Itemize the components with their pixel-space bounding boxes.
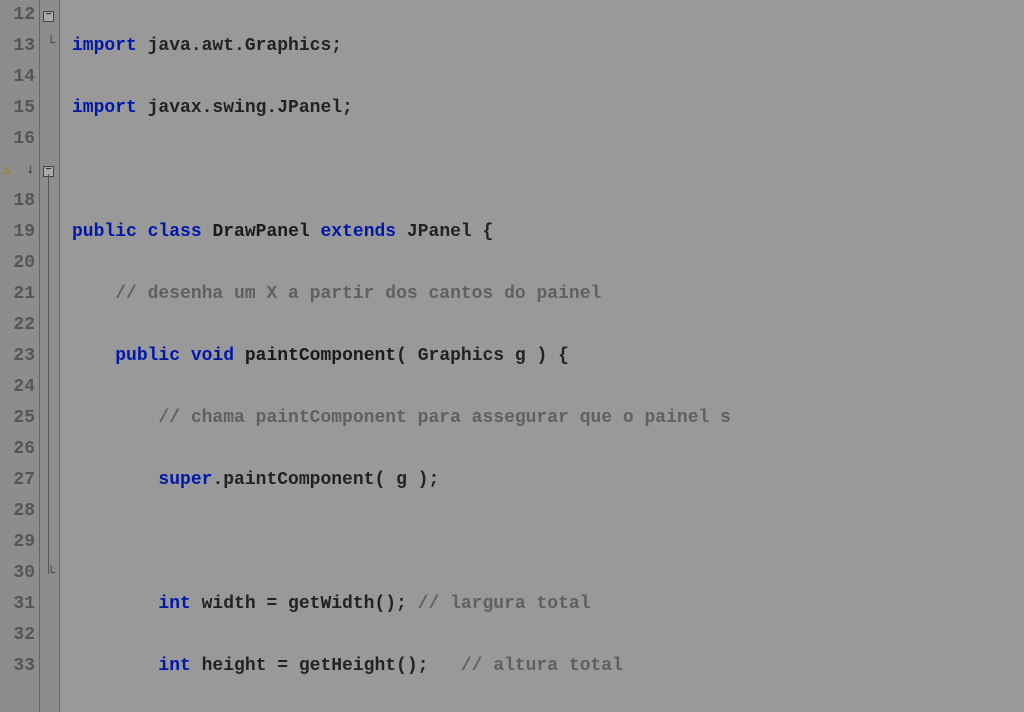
code-text: ( Graphics g ) { [396,346,569,366]
keyword: super [158,470,212,490]
line-number: 13 [0,31,39,62]
line-number: 25 [0,403,39,434]
line-number: 28 [0,496,39,527]
line-number: 22 [0,310,39,341]
code-line[interactable] [72,527,1024,558]
keyword: extends [320,222,396,242]
line-number: 19 [0,217,39,248]
line-number: 15 [0,93,39,124]
code-line[interactable]: int width = getWidth(); // largura total [72,589,1024,620]
line-number-gutter: 12 13 14 15 16 ⚠ ↓ 18 19 20 21 22 23 24 … [0,0,40,712]
comment: // largura total [418,594,591,614]
code-text: javax.swing.JPanel; [137,98,353,118]
line-number: 18 [0,186,39,217]
keyword: void [191,346,234,366]
code-text: .paintComponent( g ); [212,470,439,490]
comment: // chama paintComponent para assegurar q… [158,408,731,428]
code-text: java.awt.Graphics; [137,36,342,56]
line-number: 27 [0,465,39,496]
arrow-down-icon: ↓ [26,155,34,186]
line-number: 20 [0,248,39,279]
line-number: 31 [0,589,39,620]
code-text: height = getHeight(); [191,656,461,676]
code-line[interactable]: public class DrawPanel extends JPanel { [72,217,1024,248]
line-number: 24 [0,372,39,403]
fold-end-icon: └ [47,566,55,582]
keyword: import [72,36,137,56]
code-line[interactable]: int height = getHeight(); // altura tota… [72,651,1024,682]
class-name: DrawPanel [212,222,309,242]
line-number: 30 [0,558,39,589]
warning-icon: ⚠ [2,155,11,186]
comment: // desenha um X a partir dos cantos do p… [115,284,601,304]
fold-toggle-icon[interactable]: − [43,7,54,22]
code-editor[interactable]: import java.awt.Graphics; import javax.s… [60,0,1024,712]
code-text: JPanel { [407,222,493,242]
code-line[interactable] [72,155,1024,186]
code-line[interactable]: import java.awt.Graphics; [72,31,1024,62]
keyword: public [72,222,137,242]
fold-guide-line [48,174,49,574]
method-name: paintComponent [245,346,396,366]
line-number: 33 [0,651,39,682]
line-number: 16 [0,124,39,155]
code-line[interactable]: import javax.swing.JPanel; [72,93,1024,124]
code-line[interactable]: // desenha um X a partir dos cantos do p… [72,279,1024,310]
keyword: public [115,346,180,366]
line-number: 32 [0,620,39,651]
code-text: width = getWidth(); [191,594,418,614]
code-line[interactable]: super.paintComponent( g ); [72,465,1024,496]
line-number: 21 [0,279,39,310]
line-number: 26 [0,434,39,465]
line-number: 14 [0,62,39,93]
keyword: int [158,594,190,614]
keyword: class [148,222,202,242]
comment: // altura total [461,656,623,676]
fold-end-icon: └ [47,36,55,52]
fold-gutter: − └ − └ [40,0,60,712]
line-number: 12 [0,0,39,31]
line-number: ⚠ ↓ [0,155,39,186]
keyword: import [72,98,137,118]
code-line[interactable]: public void paintComponent( Graphics g )… [72,341,1024,372]
code-line[interactable]: // chama paintComponent para assegurar q… [72,403,1024,434]
keyword: int [158,656,190,676]
line-number: 23 [0,341,39,372]
line-number: 29 [0,527,39,558]
